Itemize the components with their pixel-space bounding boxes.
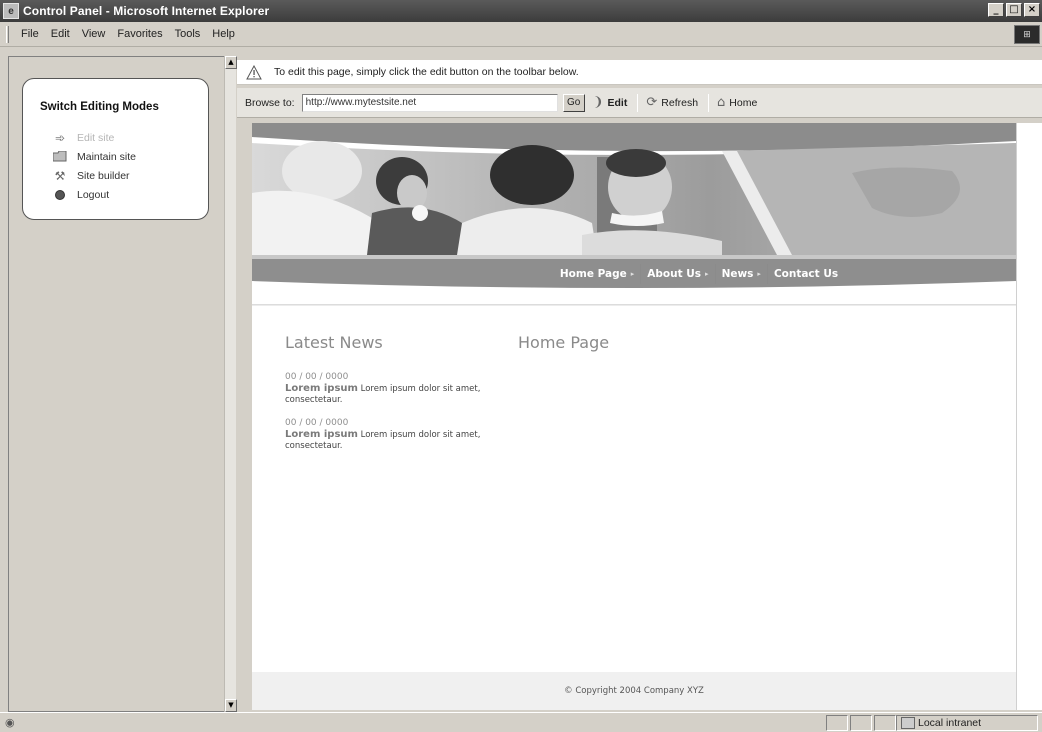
- news-list: 00 / 00 / 0000 Lorem ipsum Lorem ipsum d…: [285, 372, 485, 452]
- menu-tools[interactable]: Tools: [169, 26, 207, 42]
- news-item[interactable]: 00 / 00 / 0000 Lorem ipsum Lorem ipsum d…: [285, 418, 485, 452]
- status-bar: ◉ Local intranet: [0, 712, 1042, 732]
- status-cell: [874, 715, 896, 731]
- home-icon: ⌂: [717, 95, 726, 110]
- toolbar-separator: [708, 93, 710, 112]
- scroll-up-button[interactable]: ▲: [225, 56, 237, 69]
- refresh-button[interactable]: ⟳ Refresh: [646, 95, 698, 110]
- menu-edit[interactable]: Edit: [45, 26, 76, 42]
- menu-favorites[interactable]: Favorites: [111, 26, 168, 42]
- left-panel-scrollbar[interactable]: ▲ ▼: [224, 56, 237, 712]
- intranet-icon: [901, 717, 915, 729]
- browse-label: Browse to:: [245, 96, 295, 109]
- windows-logo-icon: ⊞: [1014, 25, 1040, 44]
- edit-label: Edit: [607, 96, 628, 109]
- status-cells: [826, 715, 896, 731]
- home-label: Home: [729, 96, 758, 109]
- tools-icon: ⚒: [54, 168, 66, 183]
- url-input[interactable]: [301, 93, 558, 112]
- mode-label: Logout: [77, 188, 110, 201]
- content-divider: [252, 304, 1016, 306]
- mode-label: Maintain site: [77, 150, 136, 163]
- edit-button[interactable]: ❩ Edit: [593, 95, 628, 110]
- nav-label: Contact Us: [773, 268, 839, 280]
- go-button[interactable]: Go: [562, 93, 585, 112]
- news-headline: Lorem ipsum: [285, 383, 358, 394]
- news-item[interactable]: 00 / 00 / 0000 Lorem ipsum Lorem ipsum d…: [285, 372, 485, 406]
- news-date: 00 / 00 / 0000: [285, 418, 349, 428]
- warning-icon: [246, 64, 262, 80]
- chevron-right-icon: ▸: [757, 270, 761, 278]
- window-titlebar: e Control Panel - Microsoft Internet Exp…: [0, 0, 1042, 22]
- status-cell: [826, 715, 848, 731]
- zone-label: Local intranet: [918, 717, 982, 729]
- mode-logout[interactable]: Logout: [53, 185, 136, 204]
- minimize-button[interactable]: _: [988, 3, 1004, 17]
- logout-icon: [53, 188, 67, 202]
- nav-label: News: [721, 268, 754, 280]
- scroll-down-button[interactable]: ▼: [225, 699, 237, 712]
- chevron-right-icon: ▸: [630, 270, 635, 278]
- close-button[interactable]: ×: [1024, 3, 1040, 17]
- editing-modes-heading: Switch Editing Modes: [40, 101, 159, 113]
- latest-news-column: Latest News 00 / 00 / 0000 Lorem ipsum L…: [285, 333, 485, 464]
- site-preview-margin: [1016, 123, 1042, 710]
- menu-file[interactable]: File: [15, 26, 45, 42]
- page-status-icon: ◉: [5, 715, 15, 729]
- folder-icon: [53, 150, 67, 164]
- mode-edit-site[interactable]: ➾ Edit site: [53, 128, 136, 147]
- main-page-title: Home Page: [518, 333, 610, 352]
- home-button[interactable]: ⌂ Home: [717, 95, 757, 110]
- mode-maintain-site[interactable]: Maintain site: [53, 147, 136, 166]
- nav-about-us[interactable]: About Us ▸: [641, 268, 714, 280]
- maximize-button[interactable]: □: [1006, 3, 1022, 17]
- latest-news-title: Latest News: [285, 333, 383, 352]
- nav-news[interactable]: News ▸: [716, 268, 767, 280]
- toolbar-separator: [637, 93, 639, 112]
- window-controls: _ □ ×: [988, 3, 1040, 17]
- info-bar: To edit this page, simply click the edit…: [237, 60, 1042, 85]
- nav-contact-us[interactable]: Contact Us: [768, 268, 844, 280]
- site-nav: Home Page ▸ About Us ▸ News ▸ Contact Us: [252, 261, 1016, 287]
- mode-label: Site builder: [77, 169, 130, 182]
- window-title: Control Panel - Microsoft Internet Explo…: [23, 4, 270, 18]
- browse-toolbar: Browse to: Go ❩ Edit ⟳ Refresh ⌂ Home: [237, 88, 1042, 118]
- chevron-right-icon: ▸: [705, 270, 709, 278]
- nav-home-page[interactable]: Home Page ▸: [554, 268, 640, 280]
- mode-site-builder[interactable]: ⚒ Site builder: [53, 166, 136, 185]
- main-content-column: Home Page: [518, 333, 609, 352]
- menu-view[interactable]: View: [76, 26, 112, 42]
- nav-label: Home Page: [559, 268, 627, 280]
- news-date: 00 / 00 / 0000: [285, 372, 349, 382]
- menu-help[interactable]: Help: [206, 26, 241, 42]
- nav-label: About Us: [647, 268, 702, 280]
- menu-bar: File Edit View Favorites Tools Help ⊞: [0, 22, 1042, 47]
- refresh-icon: ⟳: [646, 95, 658, 110]
- news-headline: Lorem ipsum: [285, 429, 358, 440]
- editing-modes-list: ➾ Edit site Maintain site ⚒ Site builder…: [53, 128, 136, 204]
- copyright-text: © Copyright 2004 Company XYZ: [564, 686, 704, 696]
- edit-arrow-icon: ❩: [592, 95, 604, 110]
- site-preview: Home Page ▸ About Us ▸ News ▸ Contact Us…: [252, 123, 1016, 710]
- refresh-label: Refresh: [661, 96, 699, 109]
- toolbar-grip[interactable]: [6, 25, 9, 43]
- editing-modes-box: Switch Editing Modes ➾ Edit site Maintai…: [22, 78, 209, 220]
- left-panel: Switch Editing Modes ➾ Edit site Maintai…: [8, 56, 232, 712]
- mode-label: Edit site: [77, 131, 115, 144]
- security-zone[interactable]: Local intranet: [896, 715, 1038, 731]
- site-footer: © Copyright 2004 Company XYZ: [252, 672, 1016, 710]
- info-bar-text: To edit this page, simply click the edit…: [274, 66, 579, 78]
- ie-app-icon: e: [3, 3, 19, 19]
- status-cell: [850, 715, 872, 731]
- edit-arrow-icon: ➾: [54, 130, 66, 145]
